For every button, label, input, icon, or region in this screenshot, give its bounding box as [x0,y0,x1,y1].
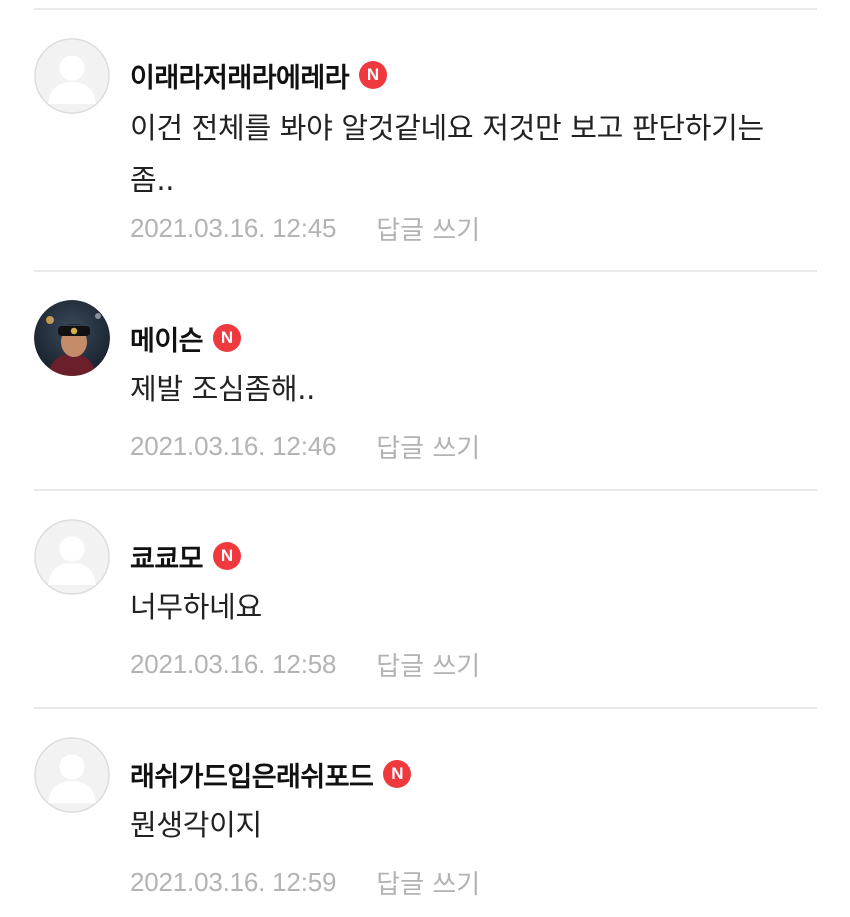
divider [34,8,817,10]
reply-button[interactable]: 답글 쓰기 [376,428,480,465]
divider [34,489,817,491]
author-name[interactable]: 메이슨 [130,319,204,358]
comment-text: 제발 조심좀해.. [130,372,316,406]
author-row: 메이슨 N [130,319,242,358]
author-name[interactable]: 이래라저래라에레라 [130,56,350,95]
reply-button[interactable]: 답글 쓰기 [376,864,480,901]
comment-meta: 2021.03.16. 12:46 답글 쓰기 [130,428,480,465]
new-badge-icon: N [213,542,242,570]
comment-meta: 2021.03.16. 12:45 답글 쓰기 [130,210,480,247]
comment-text: 이건 전체를 봐야 알것같네요 저것만 보고 판단하기는 좀.. [130,111,764,197]
author-row: 래쉬가드입은래쉬포드 N [130,755,412,794]
user-photo-avatar-icon[interactable] [34,300,110,376]
comment-timestamp: 2021.03.16. 12:59 [130,867,337,897]
comment-timestamp: 2021.03.16. 12:46 [130,431,337,461]
comment-text: 너무하네요 [130,590,262,624]
new-badge-icon: N [213,324,242,352]
comment-meta: 2021.03.16. 12:59 답글 쓰기 [130,864,480,901]
reply-button[interactable]: 답글 쓰기 [376,210,480,247]
default-avatar-icon[interactable] [34,38,110,114]
author-row: 이래라저래라에레라 N [130,56,388,95]
divider [34,707,817,709]
comment-timestamp: 2021.03.16. 12:45 [130,213,337,243]
default-avatar-icon[interactable] [34,737,110,813]
comment-timestamp: 2021.03.16. 12:58 [130,649,337,679]
reply-button[interactable]: 답글 쓰기 [376,646,480,683]
new-badge-icon: N [359,61,388,89]
author-name[interactable]: 래쉬가드입은래쉬포드 [130,755,374,794]
comment-text: 뭔생각이지 [130,808,262,842]
author-row: 쿄쿄모 N [130,537,242,576]
default-avatar-icon[interactable] [34,519,110,595]
new-badge-icon: N [383,760,412,788]
divider [34,270,817,272]
comment-meta: 2021.03.16. 12:58 답글 쓰기 [130,646,480,683]
author-name[interactable]: 쿄쿄모 [130,537,204,576]
